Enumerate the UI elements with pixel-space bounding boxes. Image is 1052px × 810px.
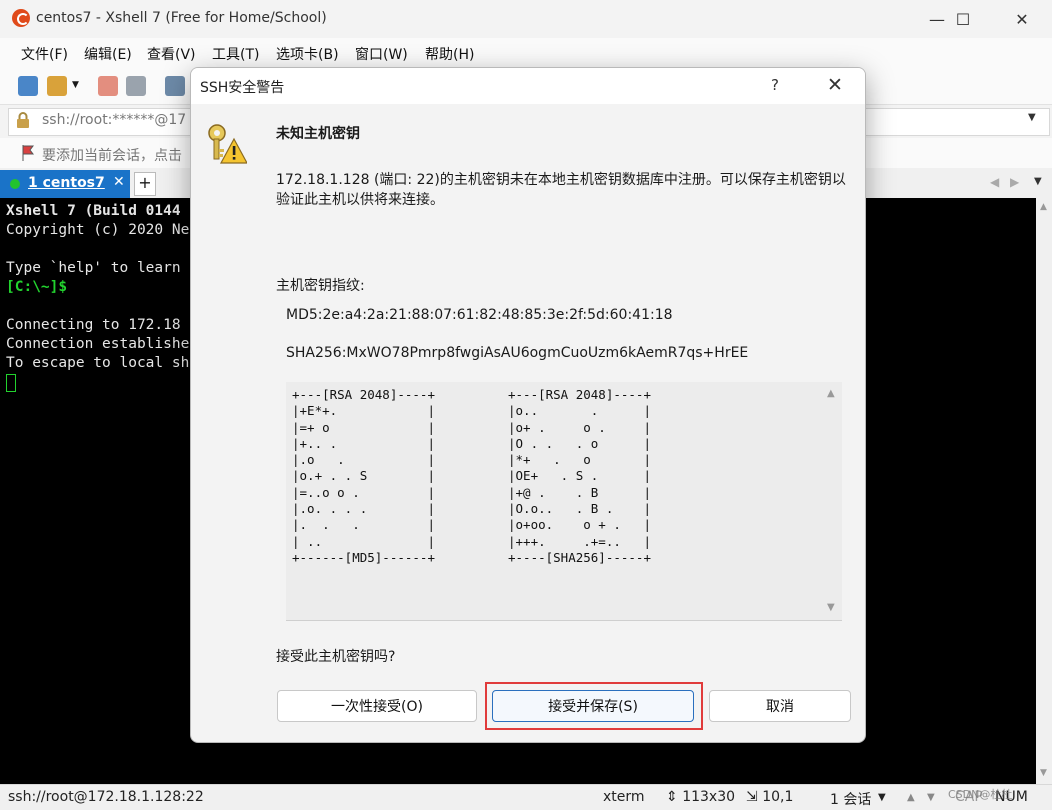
- randomart-panel[interactable]: +---[RSA 2048]----+ |+E*+. | |=+ o | |+.…: [286, 382, 842, 621]
- accept-once-button[interactable]: 一次性接受(O): [277, 690, 477, 722]
- randomart-md5: +---[RSA 2048]----+ |+E*+. | |=+ o | |+.…: [292, 387, 435, 565]
- chevron-down-icon[interactable]: ▼: [72, 80, 79, 90]
- status-cursor-pos: ⇲ 10,1: [746, 789, 794, 805]
- terminal-scrollbar[interactable]: [1036, 198, 1052, 784]
- chevron-down-icon[interactable]: ▼: [1028, 112, 1036, 123]
- dialog-title-bar: [191, 68, 865, 104]
- scroll-down-icon[interactable]: ▼: [827, 602, 835, 613]
- status-connection: ssh://root@172.18.1.128:22: [8, 789, 204, 805]
- terminal-line: Connection establishe: [6, 336, 190, 352]
- window-title: centos7 - Xshell 7 (Free for Home/School…: [36, 10, 327, 26]
- status-sessions: 1 会话: [830, 792, 872, 808]
- dialog-heading: 未知主机密钥: [276, 126, 360, 142]
- arrow-down-icon[interactable]: ▼: [927, 792, 935, 803]
- highlight-annotation: [485, 682, 703, 730]
- tab-list-dropdown-icon[interactable]: ▼: [1034, 176, 1042, 187]
- fingerprint-md5: MD5:2e:a4:2a:21:88:07:61:82:48:85:3e:2f:…: [286, 307, 673, 323]
- fingerprint-sha256: SHA256:MxWO78Pmrp8fwgiAsAU6ogmCuoUzm6kAe…: [286, 345, 749, 361]
- dialog-close-button[interactable]: ✕: [827, 74, 843, 96]
- xshell-app-icon: [12, 9, 30, 27]
- arrow-up-icon[interactable]: ▲: [907, 792, 915, 803]
- accept-question: 接受此主机密钥吗?: [276, 649, 396, 665]
- status-bar: ssh://root@172.18.1.128:22 xterm ⇕ 113x3…: [0, 784, 1052, 810]
- terminal-line: Xshell 7 (Build 0144: [6, 203, 181, 219]
- menu-help[interactable]: 帮助(H): [425, 44, 474, 64]
- bookmark-flag-icon: [22, 145, 34, 161]
- dialog-title: SSH安全警告: [200, 80, 285, 96]
- new-session-icon[interactable]: [18, 76, 38, 96]
- lock-icon: [17, 112, 29, 128]
- add-tab-button[interactable]: +: [134, 172, 156, 196]
- key-warning-icon: [208, 124, 247, 164]
- menu-window[interactable]: 窗口(W): [355, 44, 408, 64]
- reconnect-icon[interactable]: [126, 76, 146, 96]
- cancel-button[interactable]: 取消: [709, 690, 851, 722]
- help-button[interactable]: ?: [771, 76, 779, 94]
- hint-text: 要添加当前会话，点击: [42, 148, 182, 164]
- terminal-line: Connecting to 172.18: [6, 317, 181, 333]
- status-term: xterm: [603, 789, 645, 805]
- chevron-down-icon[interactable]: ▼: [878, 792, 886, 803]
- scroll-down-icon[interactable]: ▼: [1040, 768, 1047, 778]
- fingerprint-label: 主机密钥指纹:: [276, 278, 365, 294]
- maximize-button[interactable]: ☐: [940, 0, 986, 38]
- tab-close-icon[interactable]: ✕: [113, 174, 125, 190]
- open-folder-icon[interactable]: [47, 76, 67, 96]
- randomart-sha256: +---[RSA 2048]----+ |o.. . | |o+ . o . |…: [508, 387, 651, 565]
- close-window-button[interactable]: ✕: [999, 0, 1045, 38]
- properties-icon[interactable]: [165, 76, 185, 96]
- terminal-line: Copyright (c) 2020 Ne: [6, 222, 190, 238]
- menu-tools[interactable]: 工具(T): [212, 44, 259, 64]
- menu-edit[interactable]: 编辑(E): [84, 44, 132, 64]
- scroll-up-icon[interactable]: ▲: [1040, 202, 1047, 212]
- status-size: ⇕ 113x30: [666, 789, 736, 805]
- terminal-line: To escape to local sh: [6, 355, 190, 371]
- ssh-security-warning-dialog: SSH安全警告 ? ✕ 未知主机密钥 172.18.1.128 (端口: 22)…: [190, 67, 866, 743]
- terminal-prompt: [C:\~]$: [6, 279, 68, 295]
- connected-status-icon: [10, 179, 20, 189]
- dialog-message: 172.18.1.128 (端口: 22)的主机密钥未在本地主机密钥数据库中注册…: [276, 172, 846, 208]
- watermark: CSDN@杜杜: [948, 788, 1013, 801]
- address-text: ssh://root:******@17: [42, 112, 187, 128]
- menu-view[interactable]: 查看(V): [147, 44, 196, 64]
- terminal-line: Type `help' to learn: [6, 260, 181, 276]
- tab-scroll-left-icon[interactable]: ◀: [990, 175, 999, 189]
- scroll-up-icon[interactable]: ▲: [827, 388, 835, 399]
- menu-tabs[interactable]: 选项卡(B): [276, 44, 339, 64]
- menu-file[interactable]: 文件(F): [21, 44, 68, 64]
- tab-scroll-right-icon[interactable]: ▶: [1010, 175, 1019, 189]
- tab-label[interactable]: 1 centos7: [28, 175, 105, 191]
- terminal-cursor: [6, 374, 16, 392]
- disconnect-icon[interactable]: [98, 76, 118, 96]
